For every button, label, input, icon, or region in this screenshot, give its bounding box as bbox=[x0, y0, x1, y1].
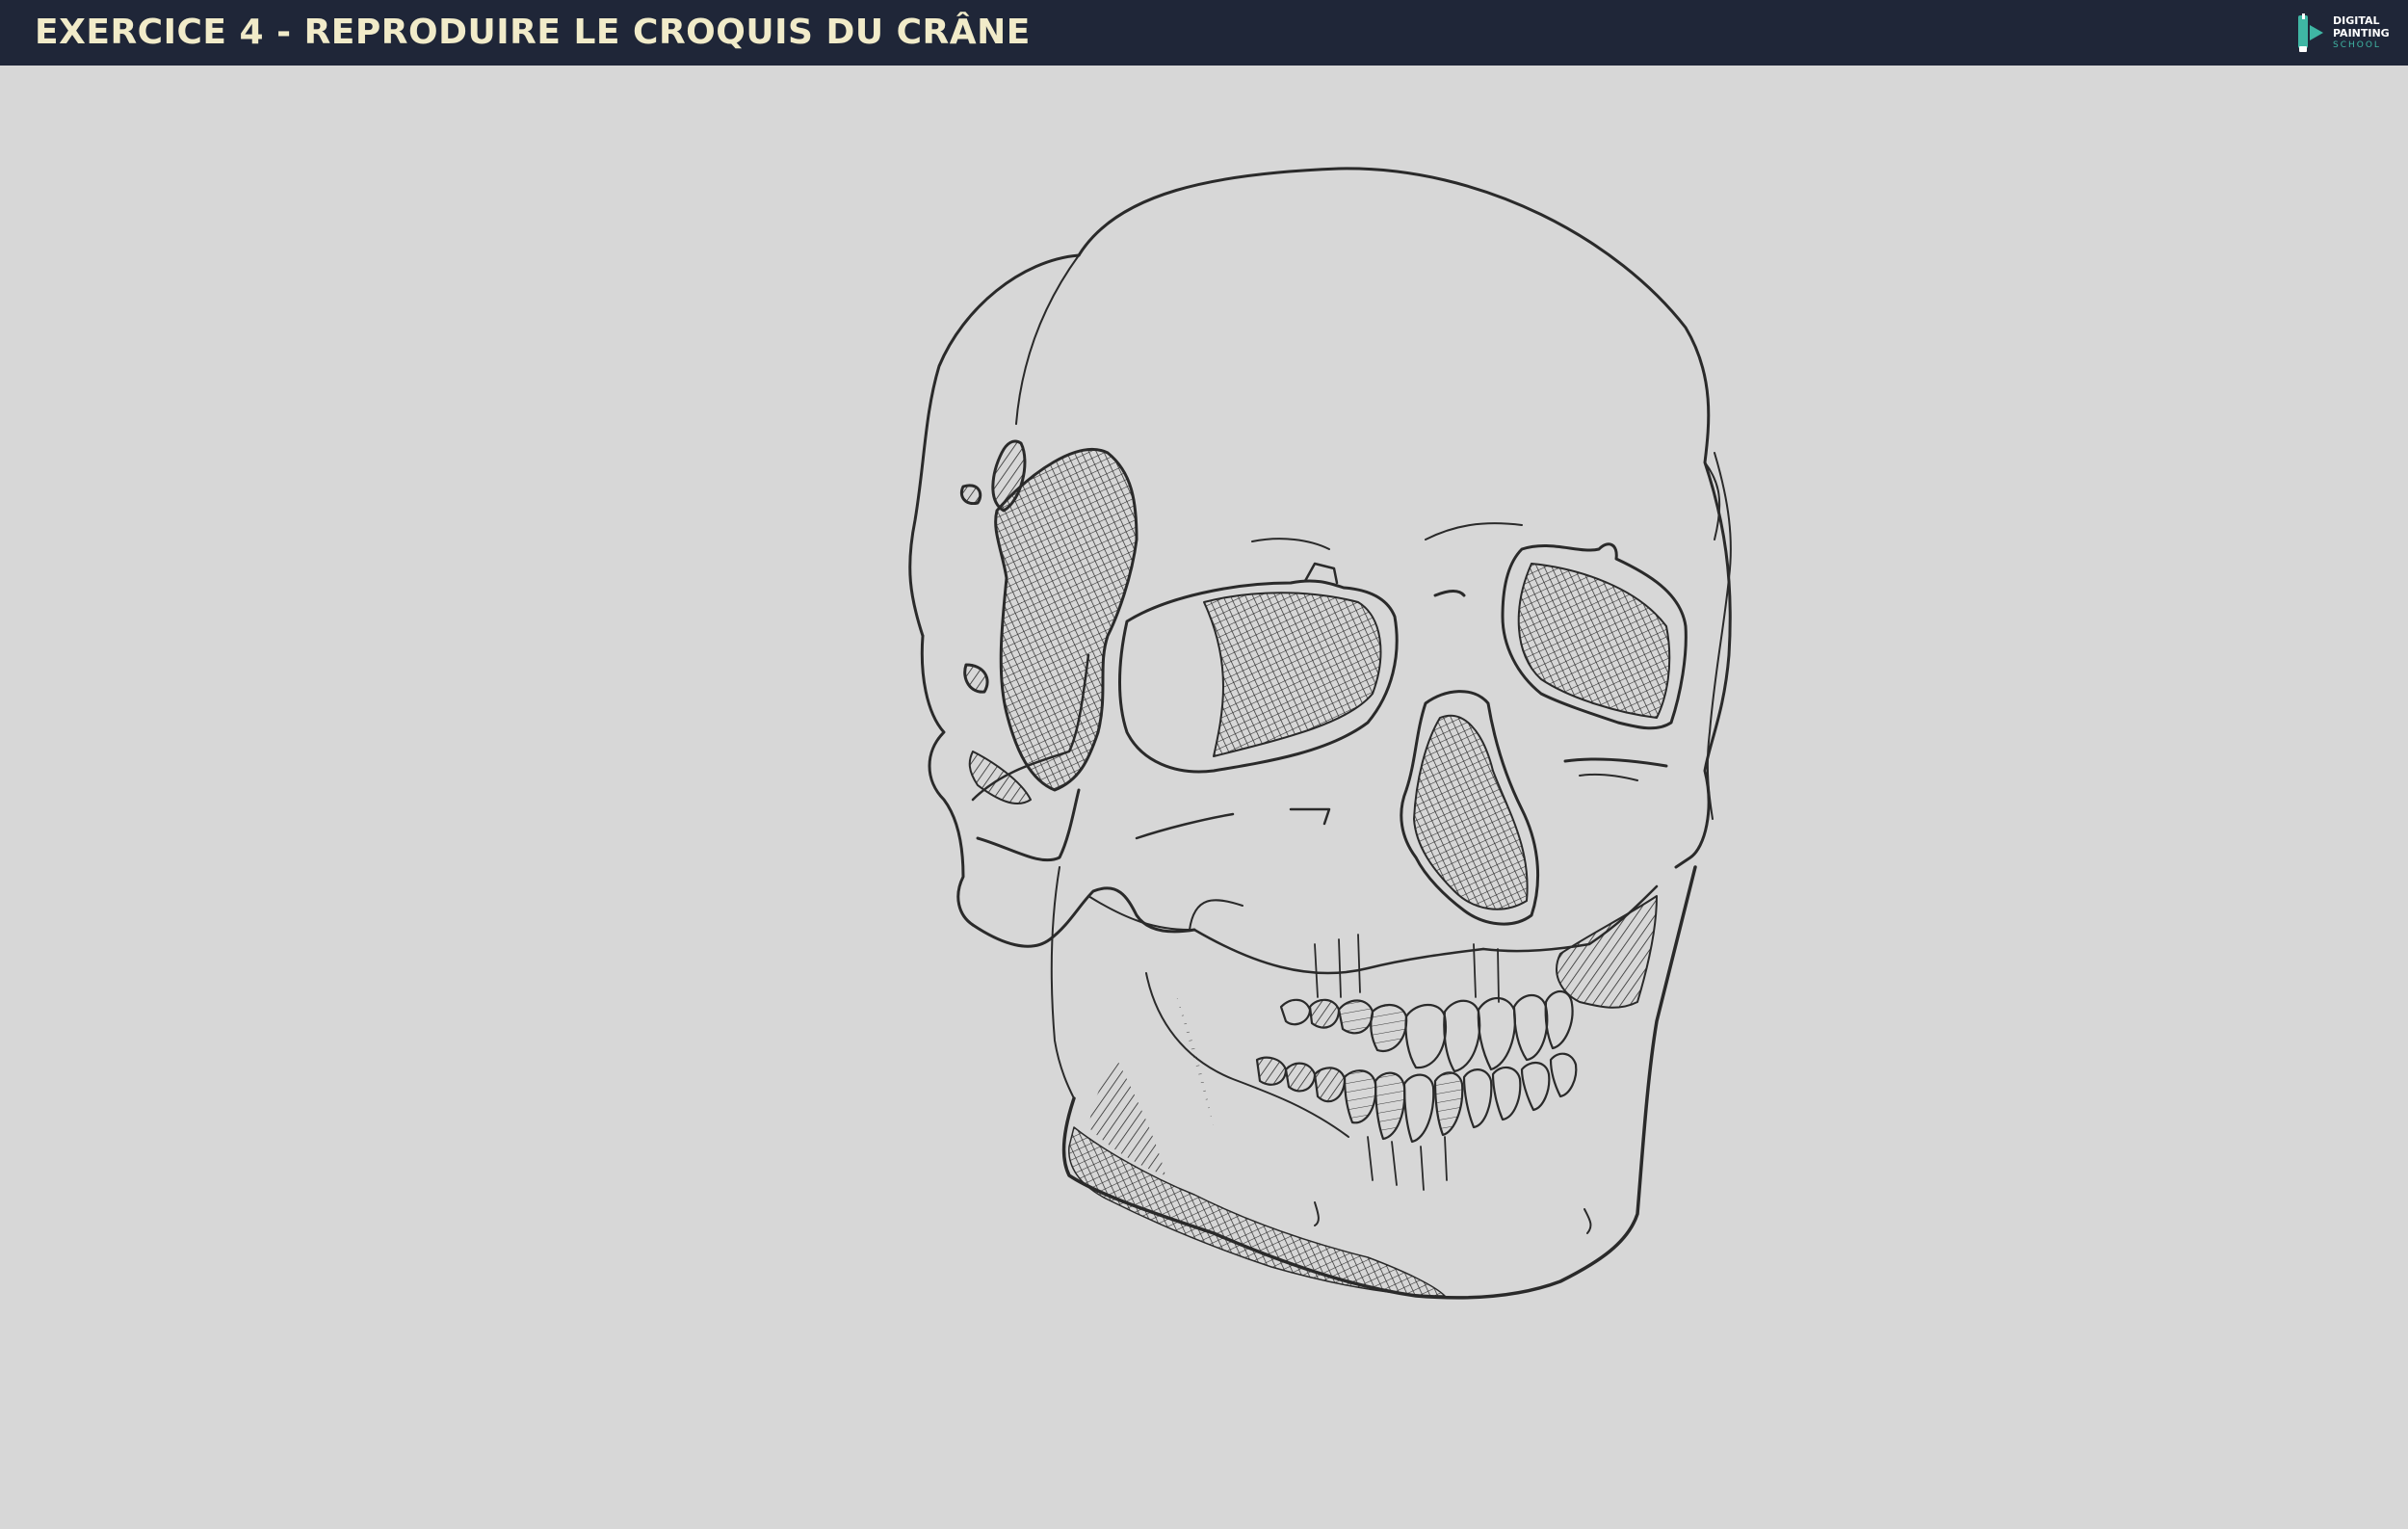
skull-sketch bbox=[908, 167, 1732, 1300]
drawing-canvas bbox=[0, 66, 2408, 1529]
brow-ridge-right bbox=[1425, 522, 1523, 540]
cheekbone-right-lower bbox=[1579, 773, 1638, 781]
upper-teeth bbox=[1279, 989, 1574, 1073]
page: EXERCICE 4 - REPRODUIRE LE CROQUIS DU CR… bbox=[0, 0, 2408, 1529]
brand-logo: DIGITAL PAINTING SCHOOL bbox=[2294, 10, 2391, 56]
mandible-shade-lines bbox=[1175, 992, 1214, 1127]
page-title: EXERCICE 4 - REPRODUIRE LE CROQUIS DU CR… bbox=[35, 13, 1031, 52]
temple-small-hole bbox=[959, 484, 982, 506]
brush-logo-icon bbox=[2298, 13, 2323, 52]
temple-side-patch bbox=[968, 751, 1032, 804]
brow-ridge bbox=[1251, 538, 1330, 550]
lower-roots bbox=[1367, 1136, 1448, 1191]
temporal-line bbox=[1015, 254, 1080, 425]
maxilla-mark bbox=[1289, 807, 1331, 826]
chin-mark-2 bbox=[1314, 1201, 1320, 1226]
chin-mark bbox=[1584, 1208, 1592, 1234]
logo-line-school: SCHOOL bbox=[2333, 40, 2381, 50]
logo-text: DIGITAL PAINTING SCHOOL bbox=[2333, 14, 2390, 52]
tooth-roots bbox=[1314, 934, 1500, 1003]
logo-line-painting: PAINTING bbox=[2333, 26, 2390, 40]
maxilla-base bbox=[1087, 895, 1243, 931]
header-bar: EXERCICE 4 - REPRODUIRE LE CROQUIS DU CR… bbox=[0, 0, 2408, 66]
temple-lower-hole bbox=[963, 663, 989, 694]
maxilla-left bbox=[1135, 812, 1235, 840]
cheekbone-right bbox=[1563, 757, 1668, 768]
temple-fossa bbox=[994, 447, 1139, 792]
cheekbone-left bbox=[971, 886, 1196, 948]
glabella bbox=[1433, 590, 1466, 597]
logo-line-digital: DIGITAL bbox=[2333, 13, 2380, 27]
right-cheek-shadow bbox=[1556, 895, 1658, 1009]
mandible-left-ramus bbox=[1050, 866, 1075, 1099]
